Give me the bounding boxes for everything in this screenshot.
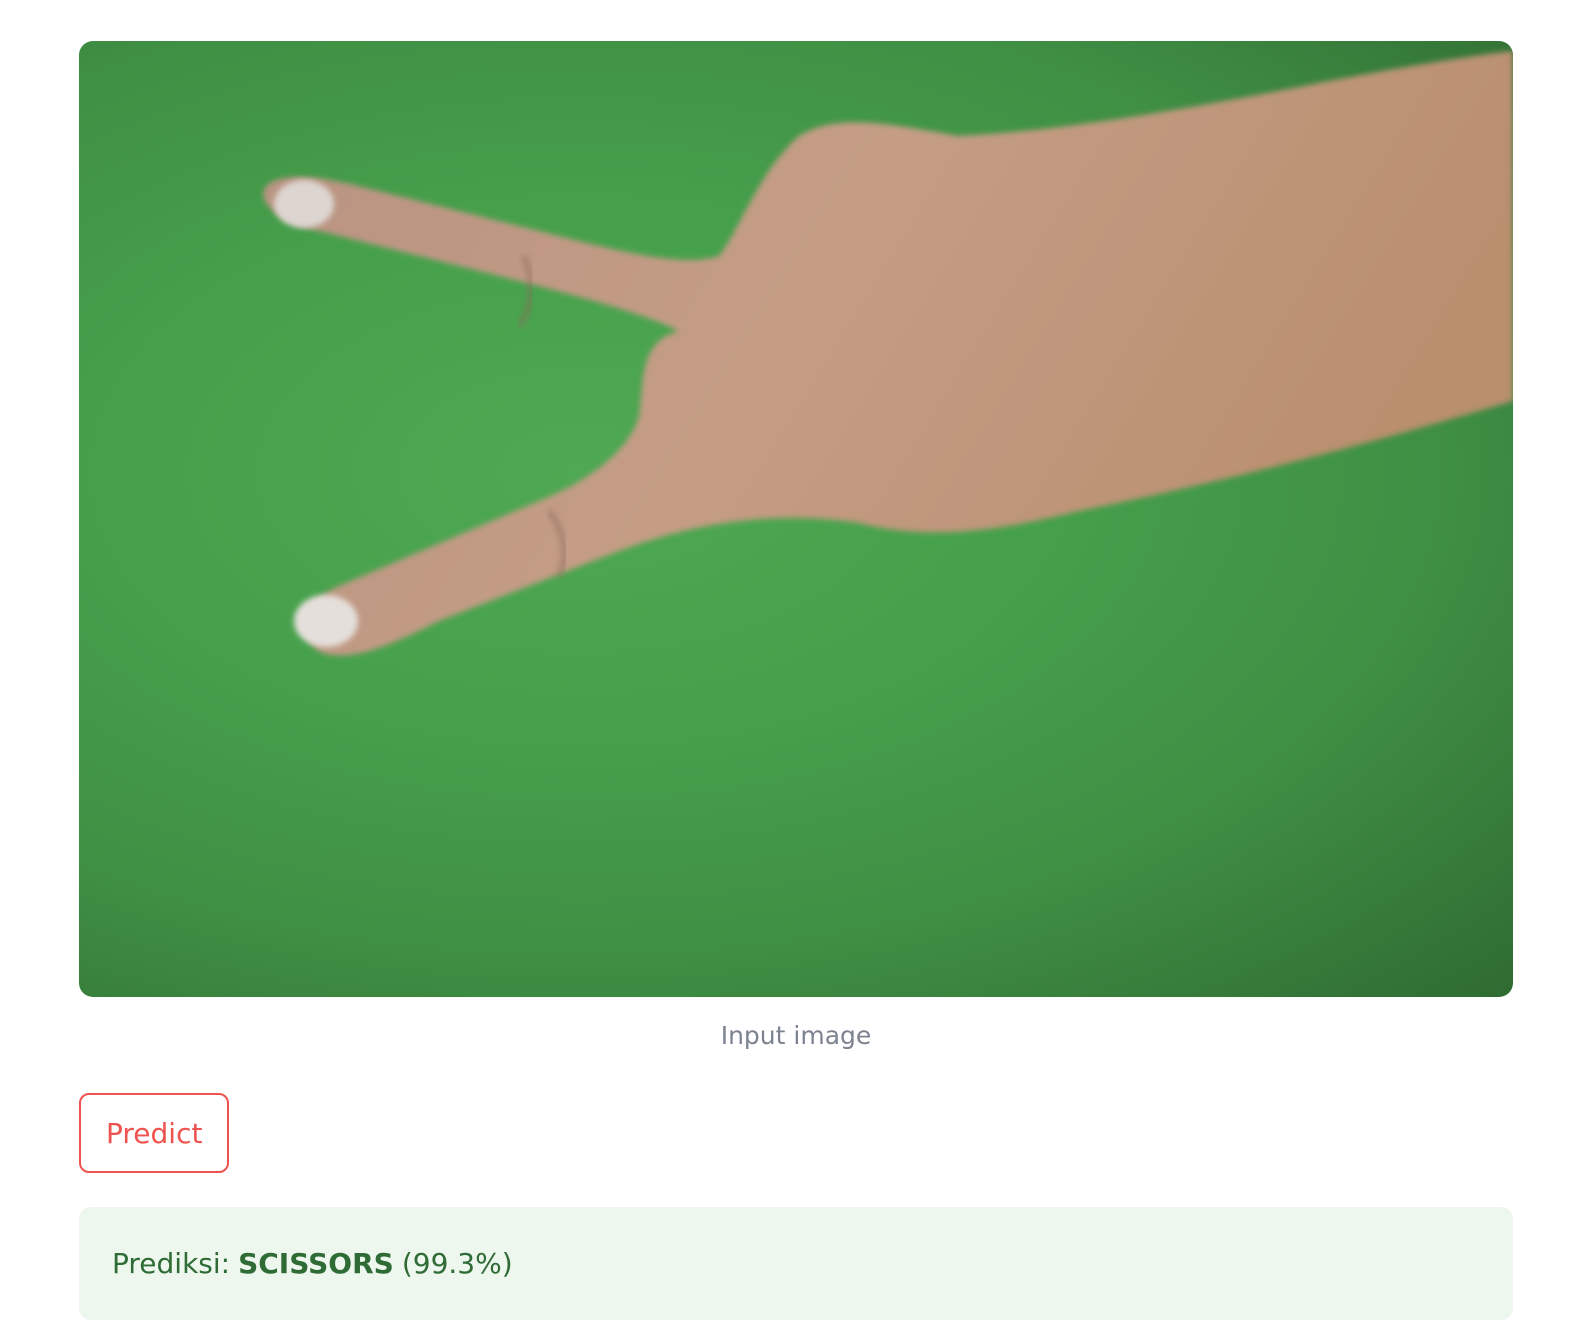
hand-scissors-image	[263, 51, 1513, 656]
prediction-label: Prediksi:	[112, 1247, 231, 1280]
input-image	[79, 41, 1513, 997]
prediction-class: SCISSORS	[238, 1247, 394, 1280]
prediction-confidence: (99.3%)	[401, 1247, 513, 1280]
predict-button[interactable]: Predict	[79, 1093, 230, 1173]
main-content: Input image Predict Prediksi: SCISSORS (…	[79, 41, 1513, 1320]
prediction-result-alert: Prediksi: SCISSORS (99.3%)	[79, 1207, 1513, 1320]
image-caption: Input image	[720, 1021, 872, 1050]
